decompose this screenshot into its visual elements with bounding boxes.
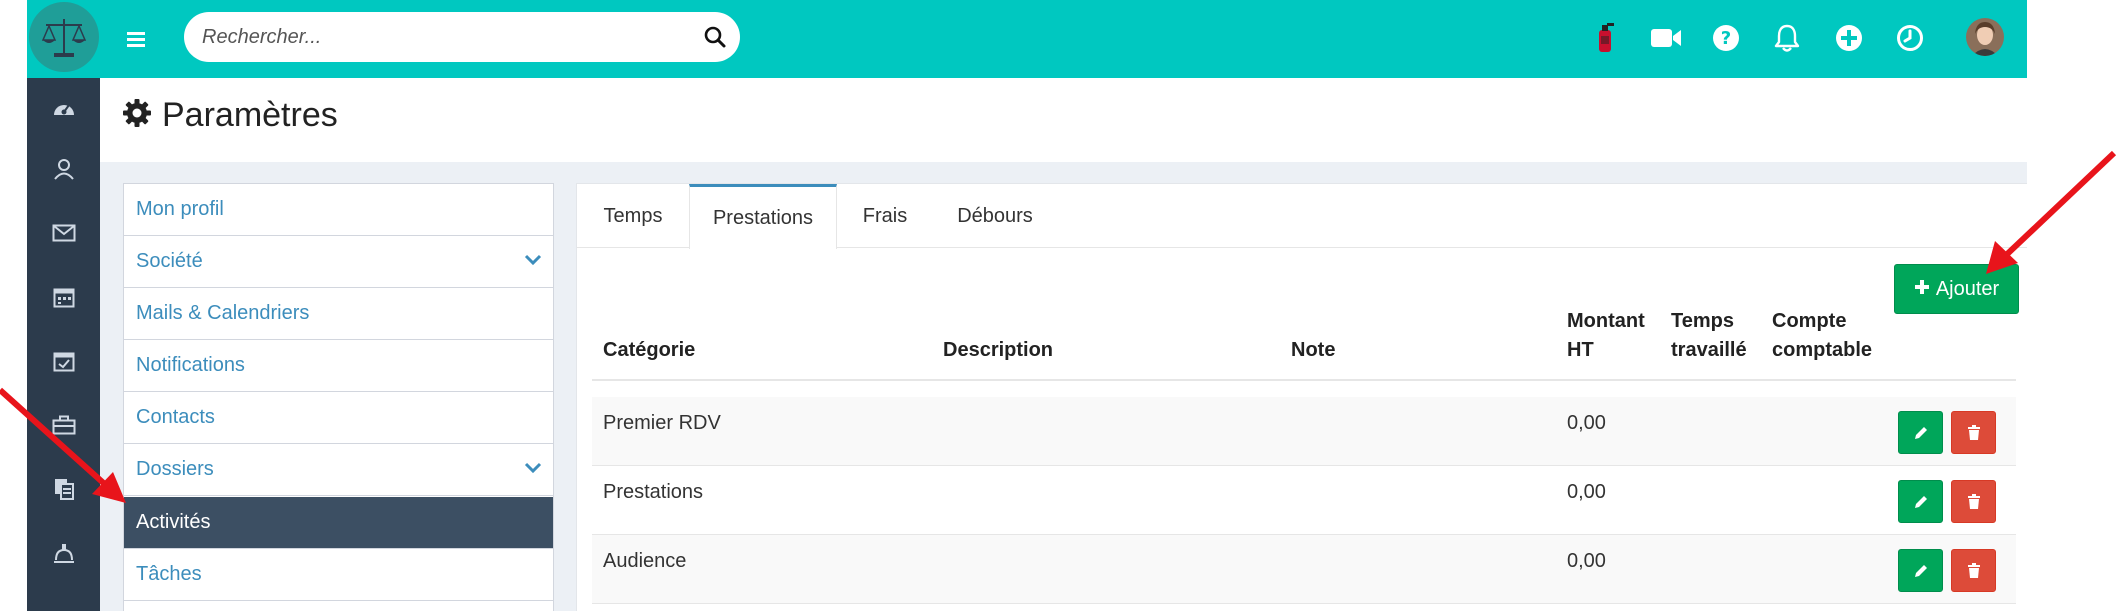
table-row: Premier RDV 0,00 <box>592 397 2016 466</box>
svg-text:?: ? <box>1721 28 1731 49</box>
billing-icon[interactable] <box>27 528 100 578</box>
settings-menu-item-activites[interactable]: Activités <box>124 497 553 549</box>
edit-button[interactable] <box>1898 411 1943 454</box>
settings-menu-item-label: Contacts <box>136 406 215 428</box>
clock-icon[interactable] <box>1888 16 1932 60</box>
cell-montant: 0,00 <box>1567 481 1606 503</box>
video-camera-icon[interactable] <box>1644 16 1688 60</box>
tab-frais[interactable]: Frais <box>837 184 933 248</box>
column-header-montant-line2: HT <box>1567 339 1594 361</box>
page-title-text: Paramètres <box>162 96 338 134</box>
top-navbar: ? <box>27 0 2027 78</box>
trash-icon <box>1967 493 1980 509</box>
dashboard-icon[interactable] <box>27 82 100 132</box>
column-header-categorie: Catégorie <box>603 339 696 361</box>
pencil-icon <box>1914 426 1927 439</box>
trash-icon <box>1967 424 1980 440</box>
user-avatar[interactable] <box>1966 18 2004 56</box>
tab-label: Frais <box>862 204 908 227</box>
search-icon[interactable] <box>702 24 728 50</box>
column-header-compte-line1: Compte <box>1772 310 1847 332</box>
column-header-compte-line2: comptable <box>1772 339 1873 361</box>
column-header-montant-line1: Montant <box>1567 310 1645 332</box>
mail-icon[interactable] <box>27 208 100 258</box>
column-header-temps-line2: travaillé <box>1671 339 1747 361</box>
settings-menu-item-dossiers[interactable]: Dossiers <box>124 444 553 496</box>
settings-menu-item-label: Société <box>136 250 203 272</box>
table-row: Audience 0,00 <box>592 535 2016 604</box>
settings-menu-item-label: Tâches <box>136 563 202 585</box>
tab-label: Temps <box>603 204 663 227</box>
table-header: Catégorie Description Note Montant HT Tem… <box>592 310 2016 381</box>
cell-montant: 0,00 <box>1567 550 1606 572</box>
plus-icon <box>1914 278 1930 301</box>
settings-menu-item-profil[interactable]: Mon profil <box>124 184 553 236</box>
delete-button[interactable] <box>1951 549 1996 592</box>
settings-menu-item-label: Mails & Calendriers <box>136 302 310 324</box>
hamburger-menu-icon[interactable] <box>119 22 153 56</box>
column-header-description: Description <box>943 339 1054 361</box>
trash-icon <box>1967 562 1980 578</box>
calendar-icon[interactable] <box>27 272 100 322</box>
delete-button[interactable] <box>1951 480 1996 523</box>
contacts-icon[interactable] <box>27 144 100 194</box>
settings-menu: Mon profil Société Mails & Calendriers N… <box>123 183 554 611</box>
help-circle-icon[interactable]: ? <box>1704 16 1748 60</box>
column-header-compte: Compte comptable <box>1772 307 1872 365</box>
bell-icon[interactable] <box>1765 16 1809 60</box>
settings-menu-item-contacts[interactable]: Contacts <box>124 392 553 444</box>
cell-categorie: Prestations <box>603 481 704 503</box>
documents-icon[interactable] <box>27 464 100 514</box>
pencil-icon <box>1914 495 1927 508</box>
tab-temps[interactable]: Temps <box>577 184 689 248</box>
tab-label: Prestations <box>712 206 814 229</box>
edit-button[interactable] <box>1898 549 1943 592</box>
add-button-label: Ajouter <box>1935 277 2000 300</box>
activities-panel: Temps Prestations Frais Débours Ajouter … <box>576 183 2027 611</box>
settings-menu-item-taches[interactable]: Tâches <box>124 549 553 601</box>
tasks-calendar-icon[interactable] <box>27 336 100 386</box>
chevron-down-icon[interactable] <box>523 250 543 276</box>
app-window: ? <box>27 0 2027 611</box>
tab-prestations[interactable]: Prestations <box>689 184 837 249</box>
gear-icon <box>122 98 152 133</box>
column-header-note: Note <box>1291 339 1336 361</box>
search-bar <box>184 12 740 62</box>
logo-scales-icon[interactable] <box>29 2 99 72</box>
search-input[interactable] <box>202 12 692 62</box>
tab-label: Débours <box>957 204 1033 227</box>
settings-menu-item-label: Notifications <box>136 354 245 376</box>
settings-menu-item-label: Mon profil <box>136 198 224 220</box>
table-row: Prestations 0,00 <box>592 466 2016 535</box>
plus-circle-icon[interactable] <box>1827 16 1871 60</box>
edit-button[interactable] <box>1898 480 1943 523</box>
briefcase-icon[interactable] <box>27 400 100 450</box>
cell-categorie: Premier RDV <box>603 412 721 434</box>
page-title: Paramètres <box>122 96 338 135</box>
fire-extinguisher-icon[interactable] <box>1583 16 1627 60</box>
chevron-down-icon[interactable] <box>523 458 543 484</box>
tab-debours[interactable]: Débours <box>933 184 1057 248</box>
side-nav-rail <box>27 78 100 611</box>
settings-menu-item-label: Activités <box>136 511 211 533</box>
settings-menu-item-societe[interactable]: Société <box>124 236 553 288</box>
pencil-icon <box>1914 564 1927 577</box>
column-header-temps-line1: Temps <box>1671 310 1734 332</box>
column-header-montant: Montant HT <box>1567 307 1645 365</box>
settings-menu-item-label: Dossiers <box>136 458 214 480</box>
column-header-temps: Temps travaillé <box>1671 307 1747 365</box>
delete-button[interactable] <box>1951 411 1996 454</box>
page-header: Paramètres <box>100 78 2027 162</box>
tabs-bar: Temps Prestations Frais Débours <box>577 184 2027 249</box>
cell-montant: 0,00 <box>1567 412 1606 434</box>
settings-menu-item-notifications[interactable]: Notifications <box>124 340 553 392</box>
add-button[interactable]: Ajouter <box>1894 264 2019 314</box>
cell-categorie: Audience <box>603 550 687 572</box>
settings-menu-item-mails[interactable]: Mails & Calendriers <box>124 288 553 340</box>
